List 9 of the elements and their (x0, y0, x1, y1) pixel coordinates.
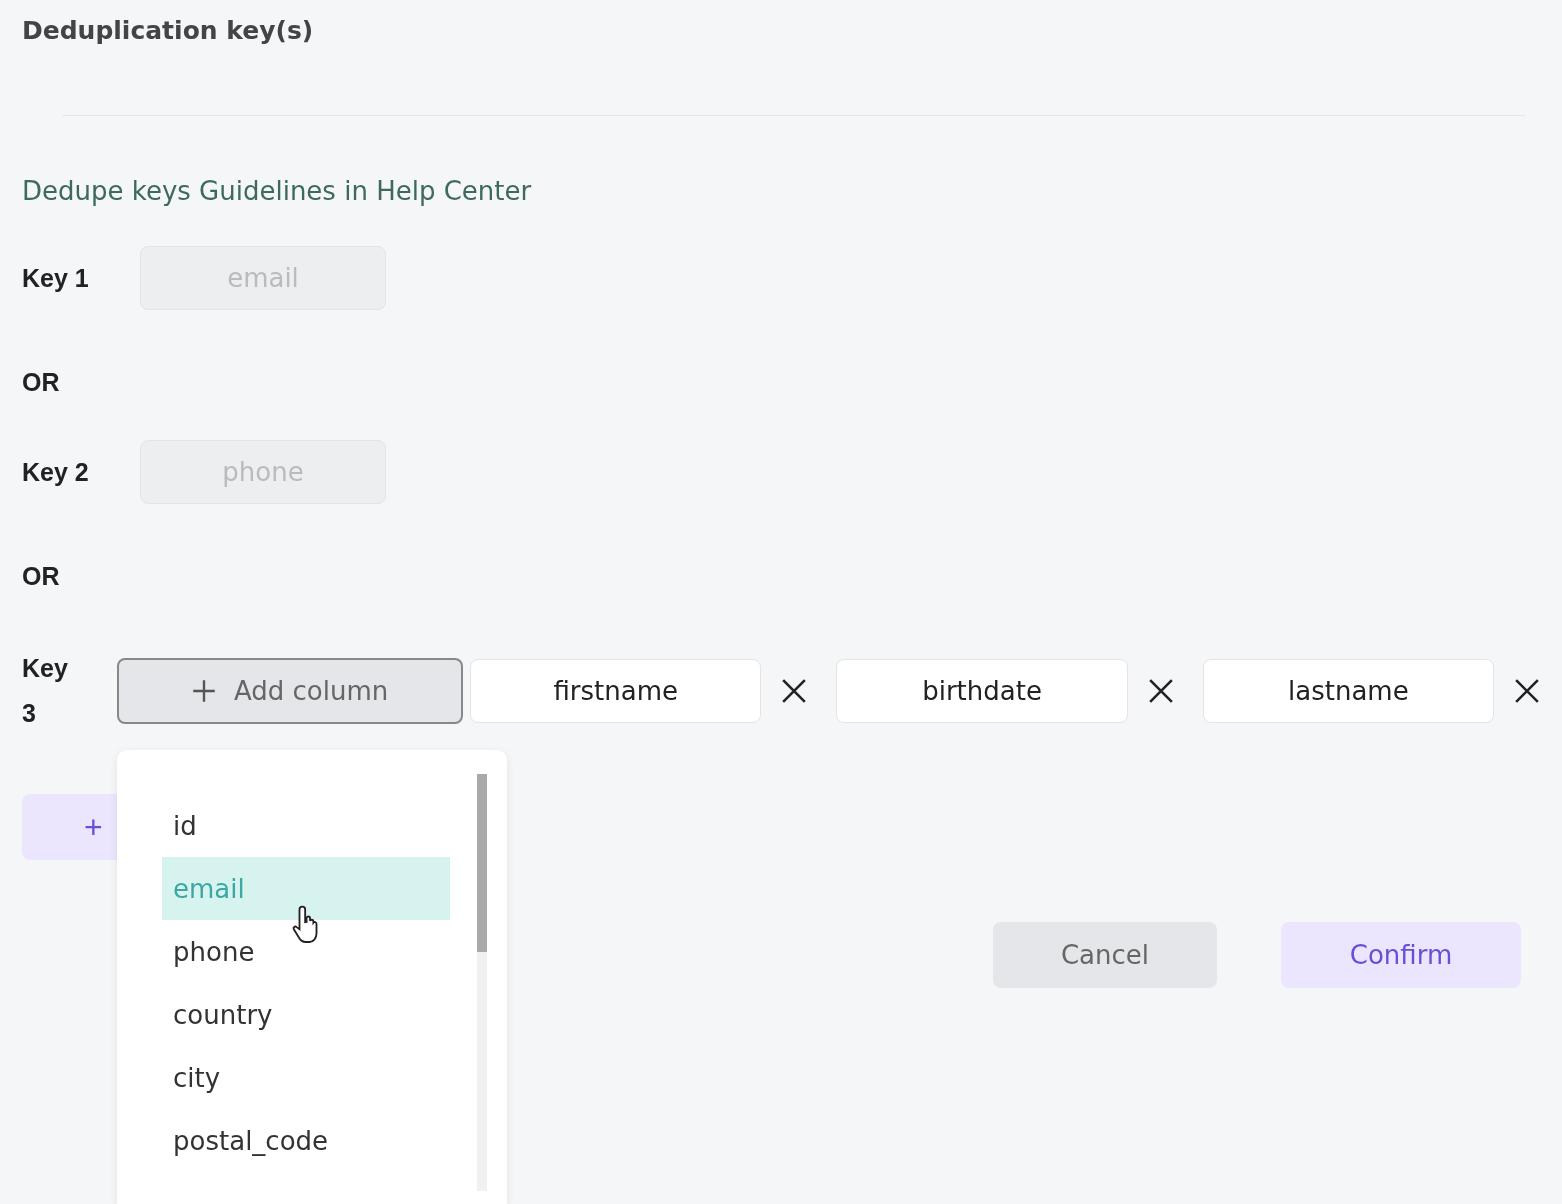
key-label: Key 1 (22, 263, 90, 293)
column-chip: firstname (470, 659, 762, 723)
column-chip: lastname (1202, 659, 1494, 723)
section-title: Deduplication key(s) (22, 16, 314, 45)
column-chip: birthdate (836, 659, 1128, 723)
or-label: OR (22, 368, 60, 397)
or-label: OR (22, 562, 60, 591)
key-label: Key 2 (22, 457, 90, 487)
key-label: Key 3 (22, 653, 69, 729)
